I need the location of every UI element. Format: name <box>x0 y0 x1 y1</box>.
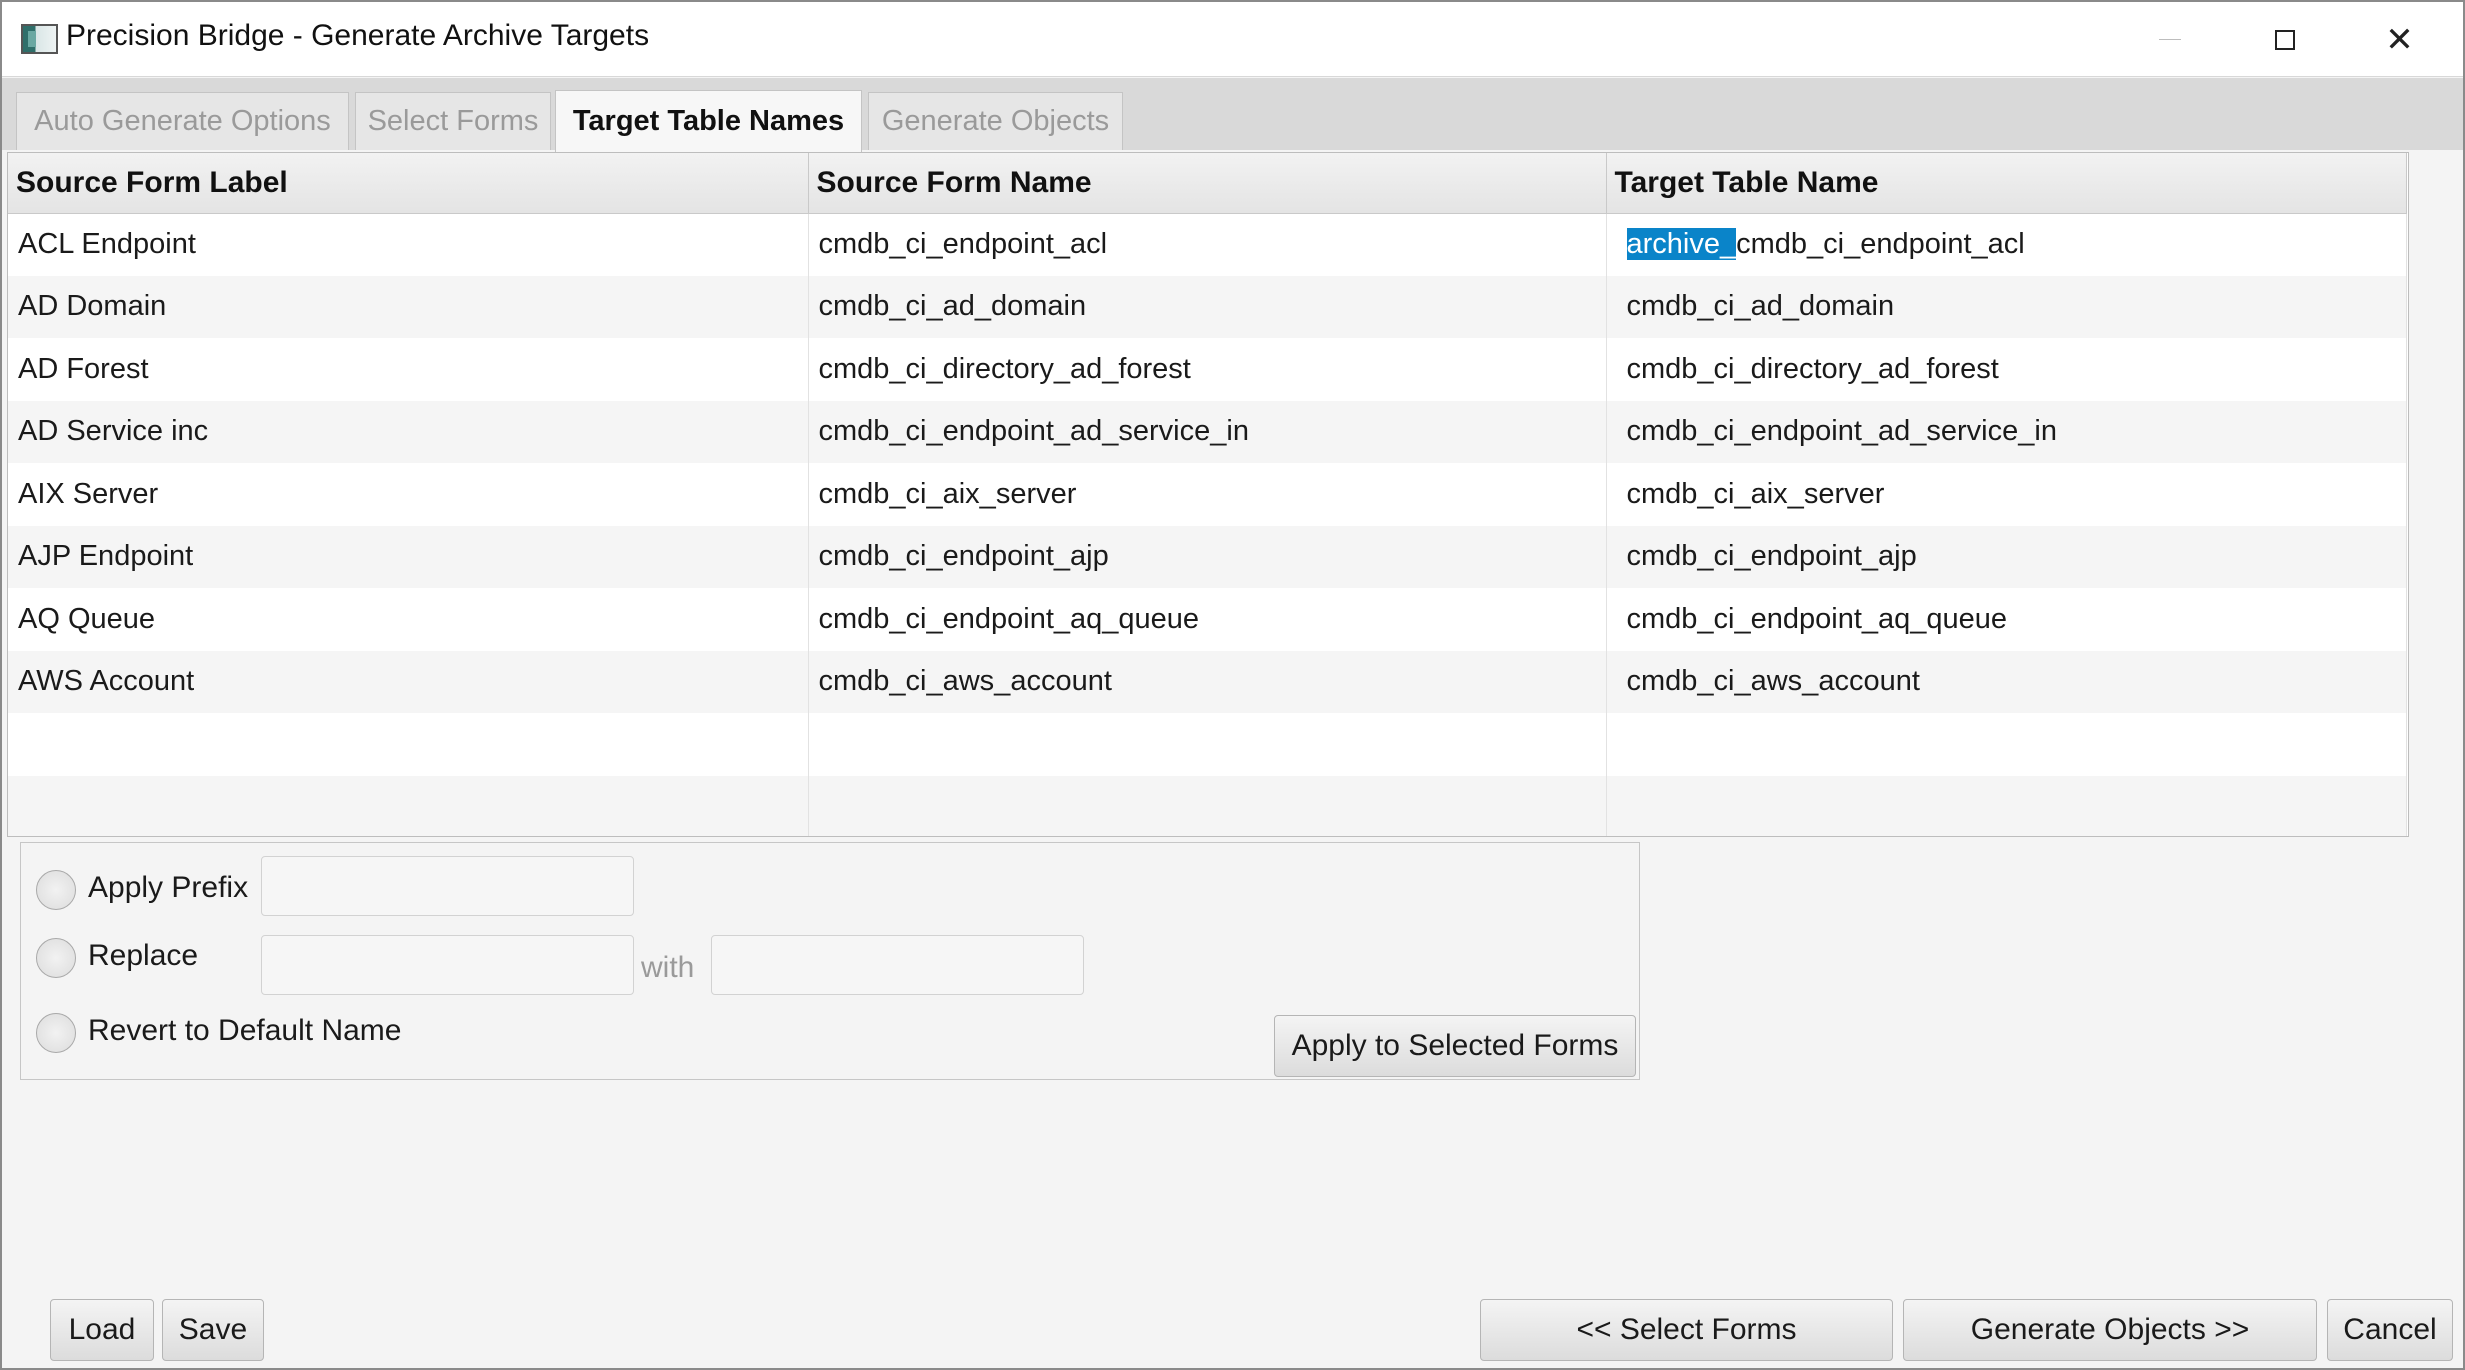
target-table-name-cell[interactable]: cmdb_ci_endpoint_ad_service_in <box>1606 400 2407 463</box>
save-button[interactable]: Save <box>162 1299 264 1361</box>
minimize-icon <box>2158 39 2181 40</box>
source-form-name-cell[interactable]: cmdb_ci_directory_ad_forest <box>808 338 1607 401</box>
tab-auto-generate-options[interactable]: Auto Generate Options <box>16 92 349 150</box>
target-table-name-text: cmdb_ci_endpoint_acl <box>1736 228 2025 260</box>
column-header-source-form-name[interactable]: Source Form Name <box>808 153 1607 214</box>
with-label: with <box>641 951 695 984</box>
tab-target-table-names[interactable]: Target Table Names <box>555 90 862 152</box>
table-row[interactable]: AQ Queue cmdb_ci_endpoint_aq_queue cmdb_… <box>8 588 2407 651</box>
source-form-label-cell[interactable]: AD Domain <box>8 275 809 338</box>
revert-default-radio[interactable] <box>36 1013 76 1053</box>
close-button[interactable]: ✕ <box>2342 2 2457 77</box>
tab-strip: Auto Generate Options Select Forms Targe… <box>2 78 2463 152</box>
empty-cell <box>1606 713 2407 776</box>
selected-prefix-text: archive_ <box>1626 228 1737 260</box>
table-header: Source Form Label Source Form Name Targe… <box>8 153 2407 214</box>
apply-prefix-label: Apply Prefix <box>88 871 249 904</box>
target-names-table: Source Form Label Source Form Name Targe… <box>7 152 2409 837</box>
apply-prefix-radio[interactable] <box>36 870 76 910</box>
target-table-name-cell[interactable]: cmdb_ci_aws_account <box>1606 650 2407 713</box>
source-form-label-cell[interactable]: AWS Account <box>8 650 809 713</box>
source-form-name-cell[interactable]: cmdb_ci_endpoint_ajp <box>808 525 1607 588</box>
cancel-button[interactable]: Cancel <box>2327 1299 2453 1361</box>
column-header-target-table-name[interactable]: Target Table Name <box>1606 153 2407 214</box>
empty-cell <box>808 713 1607 776</box>
source-form-label-cell[interactable]: ACL Endpoint <box>8 213 809 276</box>
column-header-source-form-label[interactable]: Source Form Label <box>8 153 809 214</box>
source-form-name-cell[interactable]: cmdb_ci_ad_domain <box>808 275 1607 338</box>
prefix-input[interactable] <box>261 856 634 916</box>
window-title: Precision Bridge - Generate Archive Targ… <box>66 19 650 52</box>
replace-input[interactable] <box>261 935 634 995</box>
table-row[interactable]: ACL Endpoint cmdb_ci_endpoint_acl archiv… <box>8 213 2407 276</box>
app-window: Precision Bridge - Generate Archive Targ… <box>0 0 2465 1370</box>
maximize-icon <box>2274 29 2295 50</box>
empty-cell <box>1606 775 2407 836</box>
table-row[interactable]: AD Service inc cmdb_ci_endpoint_ad_servi… <box>8 400 2407 463</box>
source-form-label-cell[interactable]: AQ Queue <box>8 588 809 651</box>
apply-to-selected-forms-button[interactable]: Apply to Selected Forms <box>1274 1015 1636 1077</box>
tab-select-forms[interactable]: Select Forms <box>355 92 551 150</box>
maximize-button[interactable] <box>2227 2 2342 77</box>
target-table-name-editor[interactable]: archive_cmdb_ci_endpoint_acl <box>1606 213 2407 276</box>
load-button[interactable]: Load <box>50 1299 154 1361</box>
revert-default-label: Revert to Default Name <box>88 1014 402 1047</box>
source-form-name-cell[interactable]: cmdb_ci_aws_account <box>808 650 1607 713</box>
table-row[interactable]: AJP Endpoint cmdb_ci_endpoint_ajp cmdb_c… <box>8 525 2407 588</box>
title-bar: Precision Bridge - Generate Archive Targ… <box>2 2 2463 77</box>
table-row[interactable]: AD Domain cmdb_ci_ad_domain cmdb_ci_ad_d… <box>8 275 2407 338</box>
source-form-name-cell[interactable]: cmdb_ci_endpoint_aq_queue <box>808 588 1607 651</box>
source-form-name-cell[interactable]: cmdb_ci_aix_server <box>808 463 1607 526</box>
previous-select-forms-button[interactable]: << Select Forms <box>1480 1299 1893 1361</box>
empty-cell <box>8 713 809 776</box>
minimize-button[interactable] <box>2112 2 2227 77</box>
source-form-label-cell[interactable]: AD Forest <box>8 338 809 401</box>
source-form-label-cell[interactable]: AIX Server <box>8 463 809 526</box>
app-logo-icon <box>21 24 58 54</box>
empty-table-row <box>8 713 2407 776</box>
target-table-name-cell[interactable]: cmdb_ci_endpoint_aq_queue <box>1606 588 2407 651</box>
table-row[interactable]: AWS Account cmdb_ci_aws_account cmdb_ci_… <box>8 650 2407 713</box>
replace-radio[interactable] <box>36 938 76 978</box>
target-table-name-cell[interactable]: cmdb_ci_ad_domain <box>1606 275 2407 338</box>
replace-label: Replace <box>88 939 199 972</box>
target-table-name-cell[interactable]: cmdb_ci_aix_server <box>1606 463 2407 526</box>
empty-table-row <box>8 775 2407 836</box>
close-icon: ✕ <box>2385 20 2414 59</box>
empty-cell <box>8 775 809 836</box>
source-form-name-cell[interactable]: cmdb_ci_endpoint_ad_service_in <box>808 400 1607 463</box>
name-options-group: Apply Prefix Replace with Revert to Defa… <box>20 842 1640 1080</box>
tab-generate-objects[interactable]: Generate Objects <box>868 92 1123 150</box>
target-table-name-cell[interactable]: cmdb_ci_directory_ad_forest <box>1606 338 2407 401</box>
table-row[interactable]: AD Forest cmdb_ci_directory_ad_forest cm… <box>8 338 2407 401</box>
target-table-name-cell[interactable]: cmdb_ci_endpoint_ajp <box>1606 525 2407 588</box>
empty-cell <box>808 775 1607 836</box>
next-generate-objects-button[interactable]: Generate Objects >> <box>1903 1299 2317 1361</box>
source-form-label-cell[interactable]: AJP Endpoint <box>8 525 809 588</box>
source-form-label-cell[interactable]: AD Service inc <box>8 400 809 463</box>
with-input[interactable] <box>711 935 1084 995</box>
source-form-name-cell[interactable]: cmdb_ci_endpoint_acl <box>808 213 1607 276</box>
table-row[interactable]: AIX Server cmdb_ci_aix_server cmdb_ci_ai… <box>8 463 2407 526</box>
